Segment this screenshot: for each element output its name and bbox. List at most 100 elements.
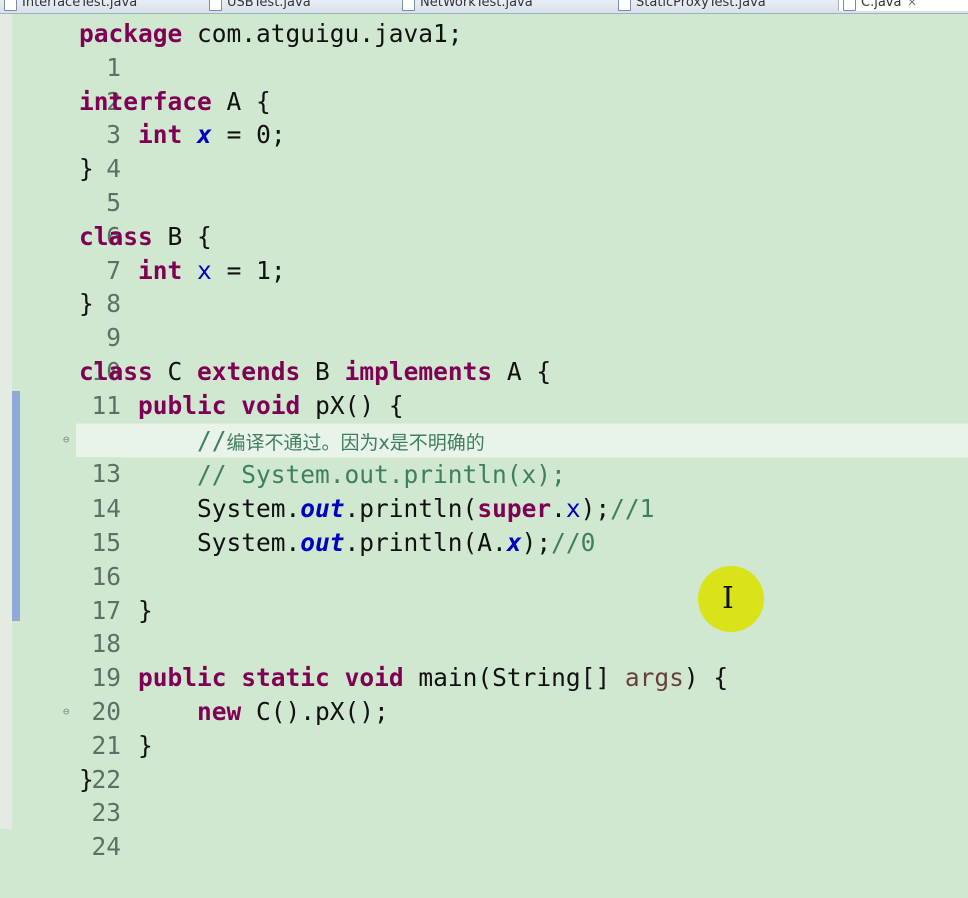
code-line: 10 <box>0 321 968 386</box>
code-line: 7 class B { <box>0 220 968 285</box>
comment: //1 <box>610 494 655 524</box>
code-text: ); <box>580 494 611 524</box>
tab-c-java[interactable]: C.java ✕ <box>838 0 968 11</box>
keyword: super <box>477 494 552 524</box>
code-text: com.atguigu.java1; <box>182 19 463 48</box>
code-line: 18 } <box>0 594 968 659</box>
code-text: C().pX(); <box>241 696 389 726</box>
keyword: int <box>138 255 183 285</box>
keyword: public <box>138 390 227 420</box>
keyword: interface <box>79 86 212 116</box>
code-line: 22 } <box>0 729 968 794</box>
code-line: 16 System.out.println(A.x);//0 <box>0 526 968 591</box>
ibeam-cursor-icon: I <box>722 581 734 616</box>
java-file-icon <box>4 0 17 11</box>
keyword: void <box>241 390 301 420</box>
tab-staticproxytest[interactable]: StaticProxyTest.java <box>614 0 766 11</box>
java-file-icon <box>843 0 856 11</box>
code-line: 15 System.out.println(super.x);//1 <box>0 492 968 557</box>
tab-label: C.java <box>861 0 902 10</box>
keyword: int <box>138 120 183 150</box>
java-file-icon <box>402 0 415 11</box>
keyword: void <box>344 663 404 693</box>
parameter: args <box>624 663 684 693</box>
code-text: A { <box>211 86 271 116</box>
code-line: 5 } <box>0 152 968 217</box>
code-line: 14 // System.out.println(x); <box>0 458 968 523</box>
comment: //0 <box>551 527 596 557</box>
code-editor[interactable]: 1 package com.atguigu.java1; 2 3 interfa… <box>0 17 968 861</box>
code-text: . <box>551 494 566 524</box>
collapse-icon[interactable]: ⊖ <box>63 423 70 457</box>
keyword: implements <box>344 356 493 386</box>
code-text: B { <box>152 221 212 251</box>
field: x <box>197 255 212 285</box>
code-text: = 1; <box>211 255 286 285</box>
static-field: x <box>506 527 522 557</box>
code-text: System. <box>197 527 301 557</box>
code-text: pX() { <box>300 390 404 420</box>
tab-label: StaticProxyTest.java <box>636 0 766 10</box>
code-line: 2 <box>0 51 968 116</box>
code-text: B <box>300 356 345 386</box>
keyword: package <box>79 19 183 48</box>
code-text: main(String[] <box>403 663 625 693</box>
tab-interfacetest[interactable]: InterfaceTest.java <box>0 0 137 11</box>
code-line: 8 int x = 1; <box>0 254 968 319</box>
code-text: ) { <box>683 663 729 693</box>
code-line: 20 ⊖ public static void main(String[] arg… <box>0 661 968 726</box>
keyword: extends <box>197 356 301 386</box>
keyword: new <box>197 696 242 726</box>
static-field: x <box>197 120 212 150</box>
code-text: .println(A. <box>344 527 507 557</box>
java-file-icon <box>618 0 631 11</box>
code-line-current: 13 //编译不通过。因为x是不明确的 <box>59 422 968 492</box>
code-line: 23 } <box>0 763 968 828</box>
code-text: = 0; <box>211 120 286 150</box>
code-text: ); <box>521 527 552 557</box>
line-number: 24 <box>91 832 122 862</box>
tab-usbtest[interactable]: USBTest.java <box>205 0 311 11</box>
code-line: 6 <box>0 186 968 251</box>
tab-label: USBTest.java <box>227 0 311 10</box>
keyword: class <box>79 356 153 386</box>
close-icon[interactable]: ✕ <box>907 0 916 9</box>
code-line: 9 } <box>0 287 968 352</box>
code-text: } <box>79 289 94 319</box>
keyword: class <box>79 221 153 251</box>
code-text: System. <box>197 494 301 524</box>
code-text: C <box>152 356 198 386</box>
tab-label: InterfaceTest.java <box>22 0 138 10</box>
keyword: static <box>241 663 330 693</box>
code-text: } <box>79 764 94 794</box>
code-text: } <box>138 595 153 625</box>
code-text: } <box>138 730 153 760</box>
comment: // System.out.println(x); <box>197 460 566 490</box>
tab-label: NetWorkTest.java <box>420 0 533 10</box>
code-line: 11 class C extends B implements A { <box>0 355 968 420</box>
code-text: A { <box>492 356 552 386</box>
code-text: .println( <box>344 494 478 524</box>
code-line: 17 <box>0 560 968 625</box>
code-line: 12⊖ public void pX() { <box>0 389 968 454</box>
comment: // <box>197 425 227 455</box>
code-line: 1 package com.atguigu.java1; <box>0 17 968 82</box>
static-field: out <box>300 527 345 557</box>
code-line: 4 int x = 0; <box>0 118 968 183</box>
tab-networktest[interactable]: NetWorkTest.java <box>398 0 533 11</box>
comment: 编译不通过。因为x是不明确的 <box>226 431 485 454</box>
field: x <box>565 494 581 524</box>
editor-tab-bar: InterfaceTest.java USBTest.java NetWorkT… <box>0 0 968 14</box>
code-line: 21 new C().pX(); <box>0 695 968 760</box>
java-file-icon <box>209 0 222 11</box>
static-field: out <box>300 494 345 524</box>
code-text: } <box>79 154 94 184</box>
keyword: public <box>138 663 227 693</box>
code-line: 19 <box>0 627 968 692</box>
code-line: 24 <box>0 796 968 861</box>
